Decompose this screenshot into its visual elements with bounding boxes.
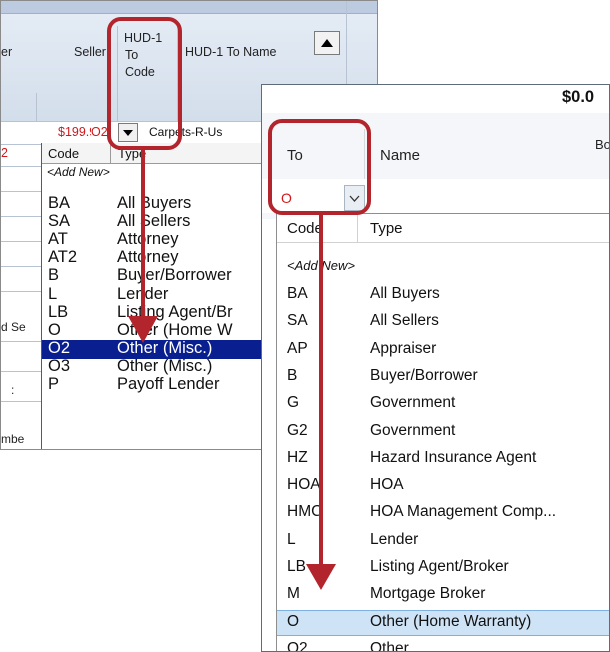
scroll-up-button[interactable] [314,31,340,55]
amount-bar: $0.0 [262,85,609,114]
list-item-code: BA [48,194,71,212]
list-item-code: AT [48,230,68,249]
list-item-type: Buyer/Borrower [117,266,232,285]
list-item-type: Hazard Insurance Agent [370,448,537,466]
list-item-type: Appraiser [370,339,437,357]
list-item-code: O2 [48,338,71,357]
list-item[interactable]: BA All Buyers [277,282,609,308]
column-header-partial: er [1,45,13,59]
row-label-partial: : [11,383,15,397]
column-divider [36,93,37,121]
list-item-code: AP [287,339,308,357]
code-dropdown-list[interactable]: Code Type <Add New> BA All Buyers SA All Se… [276,213,609,652]
legacy-titlebar [1,1,377,14]
list-item-type: Government [370,394,456,412]
list-item-type: Other (Home Warranty) [370,612,532,630]
list-item-type: Payoff Lender [117,375,220,393]
list-item-type: Attorney [117,230,179,249]
list-item-code: O3 [48,356,71,375]
list-header-code: Code [287,220,323,237]
list-item-code: LB [48,302,69,321]
row-label-partial: d Se [1,320,26,334]
list-item-code: G2 [287,421,308,439]
list-item-code: HMC [287,503,323,521]
list-item-type: Buyer/Borrower [370,366,478,384]
list-item-code: L [48,284,58,303]
list-header: Code Type [277,214,609,243]
list-item-code: O2 [287,639,308,652]
list-item[interactable]: M Mortgage Broker [277,582,609,608]
list-item[interactable]: AP Appraiser [277,337,609,363]
list-item[interactable]: L Lender [277,528,609,554]
add-new-item[interactable]: <Add New> [47,165,110,179]
list-item[interactable]: G Government [277,391,609,417]
list-item[interactable]: LB Listing Agent/Broker [277,555,609,581]
list-item-type: Attorney [117,248,179,267]
list-item-type: All Buyers [370,285,440,302]
list-item-code: SA [48,212,71,231]
row-value-partial: 2 [1,146,8,160]
list-header-type: Type [370,220,403,237]
list-item[interactable]: B Buyer/Borrower [277,364,609,390]
list-item-type: Listing Agent/Broker [370,558,509,575]
list-item[interactable]: HZ Hazard Insurance Agent [277,446,609,472]
list-item-code: M [287,585,300,603]
list-item-type: Lender [370,530,419,548]
list-item-type: HOA Management Comp... [370,503,557,521]
list-item[interactable]: HMC HOA Management Comp... [277,500,609,526]
list-item[interactable]: HOA HOA [277,473,609,499]
list-item-code: AT2 [48,248,78,267]
list-item-type: Mortgage Broker [370,585,486,603]
callout-highlight-to-code [268,119,371,215]
list-item-code: P [48,375,60,393]
list-item-type: Lender [117,284,169,303]
list-item-code: L [287,530,296,548]
list-item-type: All Sellers [370,312,439,330]
callout-highlight-hud1-code [107,17,182,150]
row-label-partial: mbe [1,432,25,446]
list-item[interactable]: SA All Sellers [277,309,609,335]
list-item-code: LB [287,558,306,575]
column-header-seller[interactable]: Seller [74,45,106,59]
list-item-code: HZ [287,448,308,466]
column-header-name[interactable]: Name [380,147,420,164]
list-item-type: All Buyers [117,194,192,212]
list-item-code: G [287,394,300,412]
list-item-code: B [287,366,298,384]
list-item-type: Listing Agent/Br [117,302,233,321]
list-item-type: HOA [370,476,404,494]
list-header-code: Code [48,146,80,161]
list-item[interactable]: O Other (Home Warranty) [277,609,609,636]
list-item-code: O [48,320,61,339]
list-item[interactable]: G2 Government [277,419,609,445]
scroll-up-arrow-icon [321,39,333,47]
list-item-code: HOA [287,476,321,494]
list-item-type: Other (Home W [117,320,233,339]
list-item-type: Other [370,639,409,652]
column-header-partial[interactable]: Bo [595,137,609,152]
column-header-hud1-to-name[interactable]: HUD-1 To Name [185,45,276,59]
list-item-type: Other (Misc.) [117,356,213,375]
amount-value: $0.0 [562,88,595,106]
add-new-item[interactable]: <Add New> [287,258,355,273]
list-item-type: Other (Misc.) [117,338,213,357]
list-item-code: B [48,266,60,285]
list-item-code: SA [287,312,308,330]
list-item-code: BA [287,285,308,302]
list-item[interactable]: O2 Other [277,637,609,652]
list-item-type: All Sellers [117,212,191,231]
list-item-code: O [287,612,300,630]
list-item-type: Government [370,421,456,439]
